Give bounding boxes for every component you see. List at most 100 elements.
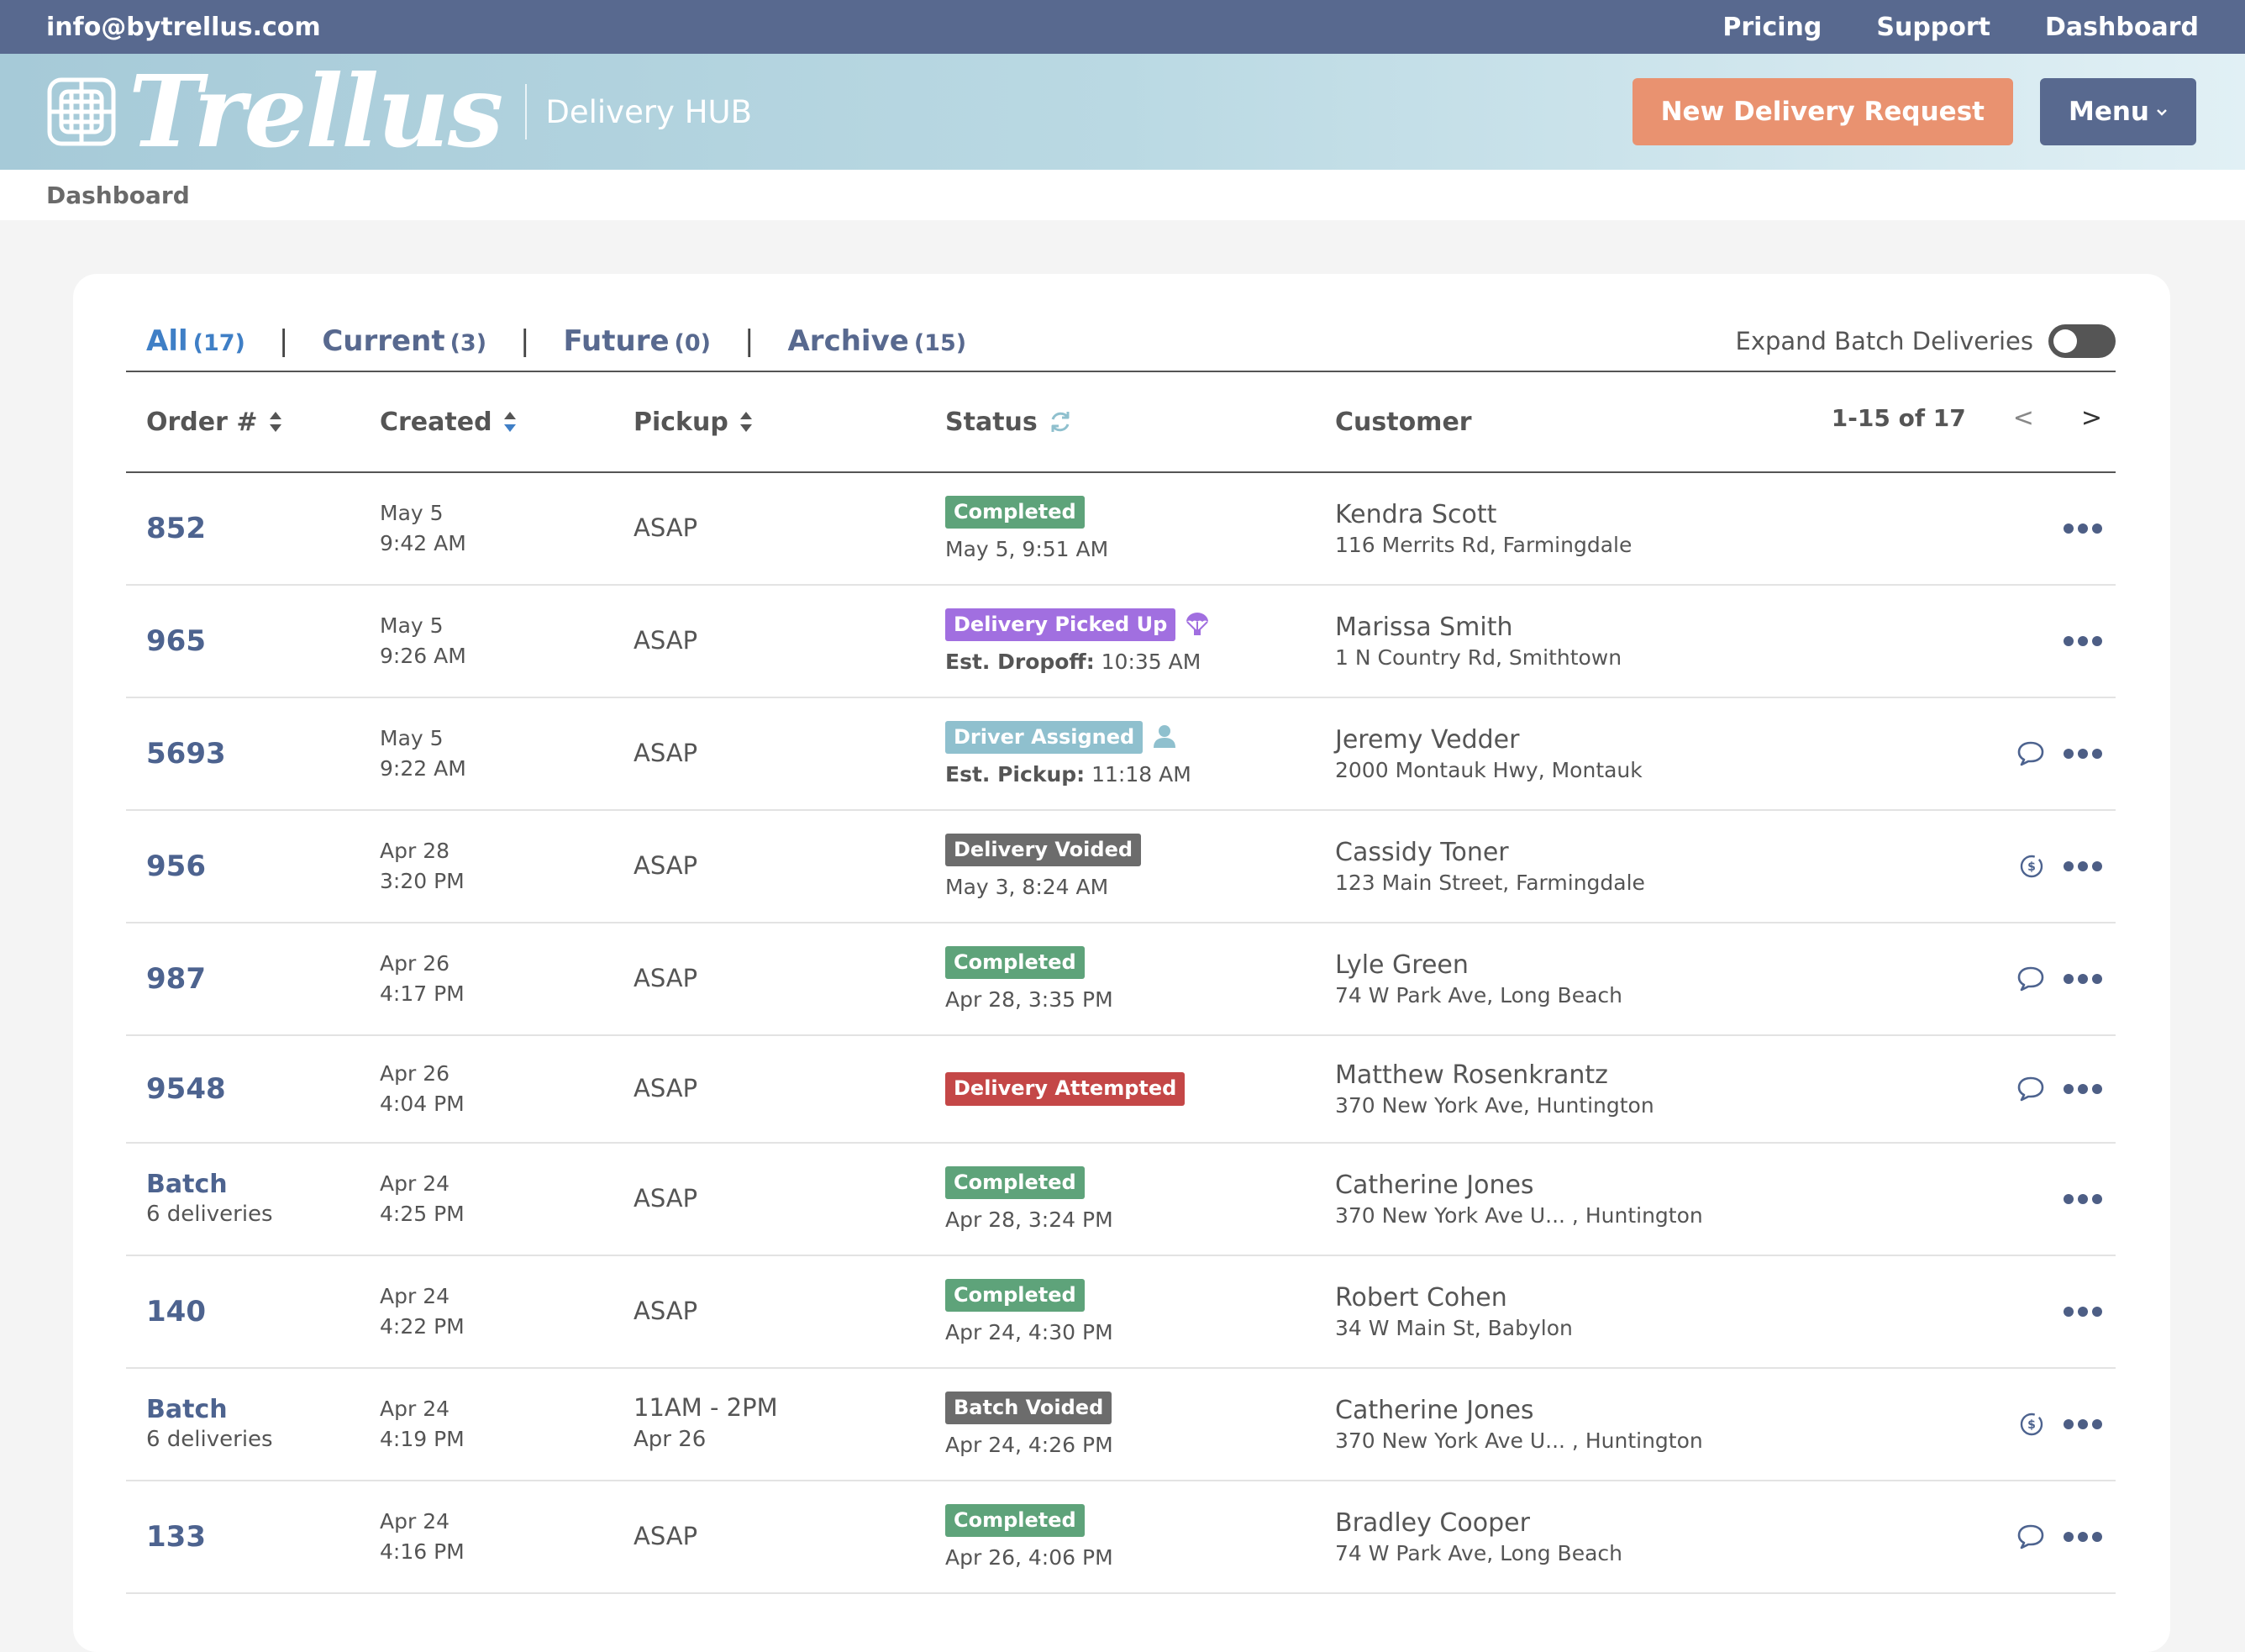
tab-current-count: (3) [450,330,487,356]
trellus-lattice-icon [46,76,117,147]
created-time: 9:26 AM [380,644,466,668]
more-icon[interactable] [2064,974,2102,984]
table-row[interactable]: Batch 6 deliveries Apr 24 4:19 PM 11AM - 2… [126,1369,2116,1481]
chat-icon[interactable] [2016,1523,2045,1550]
prev-page-button[interactable]: < [2013,403,2034,433]
customer-name: Robert Cohen [1335,1282,1507,1313]
customer-name: Matthew Rosenkrantz [1335,1060,1608,1090]
status-time: Apr 24, 4:30 PM [945,1320,1113,1345]
table-row[interactable]: 133 Apr 24 4:16 PM ASAP Completed Apr 26,… [126,1481,2116,1594]
status-badge: Delivery Voided [945,833,1142,867]
more-icon[interactable] [2064,523,2102,534]
customer-name: Marissa Smith [1335,612,1513,642]
created-date: Apr 24 [380,1283,450,1308]
order-number[interactable]: 5693 [146,737,226,771]
sort-icon[interactable] [268,410,283,434]
more-icon[interactable] [2064,636,2102,646]
pickup-time: ASAP [634,851,698,881]
refund-icon[interactable]: $ [2018,1411,2045,1438]
more-icon[interactable] [2064,1532,2102,1542]
pickup-time: ASAP [634,626,698,655]
top-nav: Pricing Support Dashboard [1722,13,2199,42]
created-time: 9:42 AM [380,531,466,555]
order-number[interactable]: 965 [146,624,206,658]
more-icon[interactable] [2064,749,2102,759]
order-number[interactable]: Batch [146,1394,273,1426]
customer-address: 74 W Park Ave, Long Beach [1335,982,1622,1008]
column-order-label: Order # [146,407,258,437]
tab-all-count: (17) [192,330,245,356]
column-status-label: Status [945,407,1038,437]
menu-label: Menu [2068,97,2149,127]
column-pickup[interactable]: Pickup [634,372,754,471]
table-row[interactable]: 956 Apr 28 3:20 PM ASAP Delivery Voided M… [126,811,2116,923]
app-header: Trellus Delivery HUB New Delivery Reques… [0,54,2245,170]
table-row[interactable]: 852 May 5 9:42 AM ASAP Completed May 5, 9… [126,473,2116,586]
table-row[interactable]: 965 May 5 9:26 AM ASAP Delivery Picked Up… [126,586,2116,698]
tab-archive[interactable]: Archive (15) [787,324,966,358]
column-customer: Customer [1335,372,1472,471]
created-time: 4:25 PM [380,1202,465,1226]
svg-text:$: $ [2027,860,2036,874]
tab-archive-count: (15) [913,330,967,356]
top-bar: info@bytrellus.com Pricing Support Dashb… [0,0,2245,54]
order-number[interactable]: 133 [146,1520,206,1554]
created-date: Apr 26 [380,950,450,976]
order-number[interactable]: 956 [146,850,206,883]
nav-support[interactable]: Support [1876,13,1990,42]
menu-button[interactable]: Menu [2039,78,2196,145]
sort-icon[interactable] [739,410,754,434]
status-time-value: 11:18 AM [1091,762,1191,787]
pagination: 1-15 of 17 < > [1832,372,2102,463]
sort-icon[interactable] [502,410,518,434]
status-badge: Delivery Attempted [945,1072,1186,1106]
more-icon[interactable] [2064,1194,2102,1204]
created-time: 4:16 PM [380,1539,465,1564]
created-time: 9:22 AM [380,756,466,781]
more-icon[interactable] [2064,1419,2102,1429]
tab-all[interactable]: All (17) [146,324,245,358]
status-time: Est. Pickup: 11:18 AM [945,762,1191,787]
table-row[interactable]: Batch 6 deliveries Apr 24 4:25 PM ASAP Com… [126,1144,2116,1256]
toggle-knob [2053,329,2077,353]
chat-icon[interactable] [2016,965,2045,992]
created-date: May 5 [380,613,444,638]
customer-name: Bradley Cooper [1335,1507,1530,1538]
created-time: 4:22 PM [380,1314,465,1339]
nav-pricing[interactable]: Pricing [1722,13,1822,42]
more-icon[interactable] [2064,1307,2102,1317]
tab-current[interactable]: Current (3) [322,324,486,358]
table-row[interactable]: 5693 May 5 9:22 AM ASAP Driver Assigned E… [126,698,2116,811]
order-number[interactable]: 140 [146,1295,206,1328]
order-number[interactable]: 9548 [146,1072,226,1106]
refresh-icon[interactable] [1048,409,1073,434]
next-page-button[interactable]: > [2081,403,2102,433]
chat-icon[interactable] [2016,1076,2045,1102]
deliveries-card: All (17) | Current (3) | Future (0) | Ar… [73,274,2170,1652]
customer-name: Cassidy Toner [1335,837,1509,867]
table-row[interactable]: 9548 Apr 26 4:04 PM ASAP Delivery Attempt… [126,1036,2116,1144]
column-pickup-label: Pickup [634,407,728,437]
table-row[interactable]: 987 Apr 26 4:17 PM ASAP Completed Apr 28,… [126,923,2116,1036]
more-icon[interactable] [2064,1084,2102,1094]
order-number[interactable]: 852 [146,512,206,545]
new-delivery-request-button[interactable]: New Delivery Request [1632,78,2013,145]
status-badge: Driver Assigned [945,720,1144,755]
nav-dashboard[interactable]: Dashboard [2045,13,2199,42]
table-row[interactable]: 140 Apr 24 4:22 PM ASAP Completed Apr 24,… [126,1256,2116,1369]
tab-separator: | [278,324,289,358]
more-icon[interactable] [2064,861,2102,871]
refund-icon[interactable]: $ [2018,853,2045,880]
chat-icon[interactable] [2016,740,2045,767]
status-badge: Completed [945,495,1085,529]
column-created[interactable]: Created [380,372,518,471]
column-order[interactable]: Order # [146,372,283,471]
expand-batch-toggle[interactable] [2048,324,2116,358]
contact-email[interactable]: info@bytrellus.com [46,13,321,42]
created-time: 3:20 PM [380,869,465,893]
brand[interactable]: Trellus Delivery HUB [46,62,752,161]
order-number[interactable]: 987 [146,962,206,996]
tab-future[interactable]: Future (0) [564,324,712,358]
status-badge: Completed [945,1278,1085,1313]
order-number[interactable]: Batch [146,1169,273,1201]
